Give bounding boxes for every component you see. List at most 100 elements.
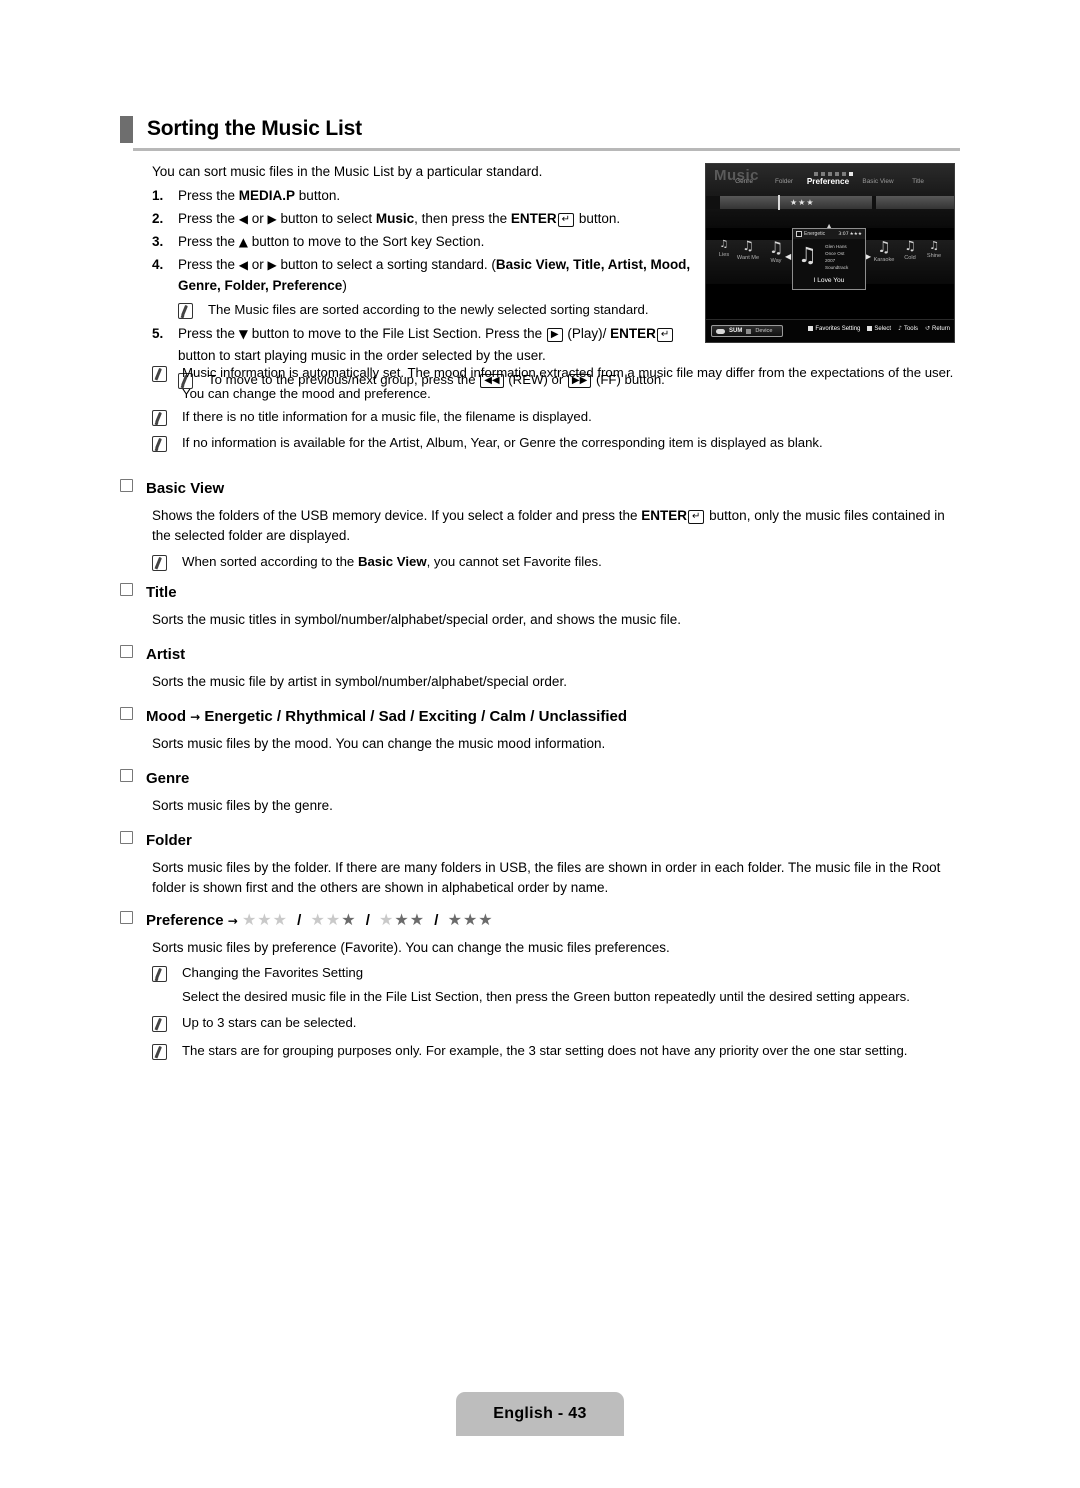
section-bullet-icon (120, 645, 133, 658)
step-text: Press the ◀ or ▶ button to select a sort… (178, 254, 692, 298)
direction-arrow-icon: ▶ (267, 211, 277, 226)
note-item: The Music files are sorted according to … (178, 299, 692, 323)
text-run: Press the (178, 256, 239, 272)
star-filled-icon: ★ (341, 910, 357, 929)
tv-panel-stars: ★★★ (849, 231, 862, 237)
section-body: Sorts the music titles in symbol/number/… (120, 610, 965, 630)
tv-footer-bar: SUM Device Favorites Setting Select ♪ Tools… (706, 319, 954, 342)
remote-key-glyph: ↵ (688, 510, 705, 524)
tv-key-hints: Favorites Setting Select ♪ Tools ↺ Return (808, 325, 950, 332)
tv-bar-stars: ★★★ (790, 198, 815, 207)
star-empty-icon: ★ (257, 910, 273, 929)
music-note-icon: ♫ (929, 239, 939, 252)
emphasis-text: Basic View (357, 553, 427, 569)
tv-track-title: I Love You (813, 277, 845, 284)
doc-section: Title Sorts the music titles in symbol/nu… (120, 583, 965, 630)
text-run: Music information is automatically set. … (182, 365, 954, 402)
music-note-icon: ♫ (877, 238, 891, 256)
text-run: Press the (178, 233, 239, 249)
note-subtext: Select the desired music file in the Fil… (182, 989, 910, 1005)
music-note-icon: ♫ (768, 238, 784, 257)
tv-meta-line: Soundtrack (825, 265, 849, 271)
section-bullet-icon (120, 479, 133, 492)
emphasis-text: Folder (146, 832, 192, 849)
note-pencil-icon (152, 1015, 167, 1032)
text-run: Press the (178, 210, 239, 226)
remote-key-glyph: ▶ (546, 328, 563, 343)
section-paragraph: Sorts music files by the genre. (152, 796, 965, 816)
tv-sort-bar: ★★★ (706, 195, 954, 210)
text-run: Sorts the music titles in symbol/number/… (152, 612, 681, 627)
text-run: If no information is available for the A… (182, 435, 823, 451)
note-pencil-icon (152, 410, 167, 427)
text-run: Sorts music files by the mood. You can c… (152, 736, 606, 751)
note-pencil-icon (152, 554, 167, 571)
text-run: Sorts music files by the genre. (152, 798, 333, 813)
section-body: Sorts the music file by artist in symbol… (120, 672, 965, 692)
direction-arrow-icon: ◀ (238, 211, 249, 226)
note-block: When sorted according to the Basic View,… (152, 551, 965, 575)
step-number: 3. (152, 233, 164, 249)
music-note-icon: ♫ (904, 239, 916, 254)
direction-arrow-icon: ▼ (238, 327, 249, 342)
page-footer-tab: English - 43 (456, 1392, 624, 1436)
direction-arrow-icon: ◀ (238, 257, 249, 272)
section-heading-text: Genre (146, 770, 189, 787)
text-run: When sorted according to the (182, 553, 358, 569)
separator: / (430, 912, 443, 929)
text-run: Sorts music files by the folder. If ther… (152, 860, 941, 896)
note-block: If there is no title information for a m… (152, 406, 962, 430)
direction-arrow-icon: ▲ (238, 234, 249, 249)
tv-nav-item-title: Title (912, 177, 924, 185)
tv-file-label: Karaoke (873, 257, 895, 263)
section-heading-text: Preference → ★★★ / ★★★ / ★★★ / ★★★ (146, 910, 494, 929)
text-run: button to select a sorting standard. ( (276, 256, 496, 272)
intro-paragraph: You can sort music files in the Music Li… (152, 164, 543, 179)
tv-meta-line: Glen Hans (825, 244, 847, 249)
text-run: The stars are for grouping purposes only… (182, 1042, 908, 1058)
section-bullet-icon (120, 707, 133, 720)
tv-file-label: Cold (904, 255, 916, 261)
key-hint-label: Return (931, 325, 950, 332)
tv-meta-line: 2007 (825, 258, 836, 264)
text-run: Sorts the music file by artist in symbol… (152, 674, 567, 689)
note-block: If no information is available for the A… (152, 432, 962, 456)
key-hint-label: Select (874, 325, 892, 332)
key-hint-label: Favorites Setting (815, 325, 861, 332)
arrow-icon: → (227, 914, 238, 928)
tv-file-label: Way (770, 258, 782, 264)
preference-star-group: ★★★ (379, 910, 425, 929)
text-run: Changing the Favorites Setting (182, 965, 364, 981)
step-item: 1. Press the MEDIA.P button. (152, 185, 692, 207)
note-item: When sorted according to the Basic View,… (152, 551, 965, 575)
text-run: , then press the (414, 210, 511, 226)
tv-file-item: ♫ Want Me (737, 240, 759, 261)
star-empty-icon: ★ (241, 910, 258, 929)
section-heading: Title (120, 583, 965, 601)
star-filled-icon: ★ (462, 910, 479, 929)
tv-now-playing-panel: Energetic 3:07 ★★★ ♫ Glen Hans Once Ost 20… (792, 228, 866, 290)
note-icon-cell (152, 551, 182, 575)
star-filled-icon: ★ (478, 910, 494, 929)
preference-star-group: ★★★ (448, 910, 494, 929)
usb-icon (716, 328, 725, 334)
doc-section: Genre Sorts music files by the genre. (120, 769, 965, 816)
doc-section: Mood → Energetic / Rhythmical / Sad / Ex… (120, 707, 965, 754)
text-run: button to move to the File List Section.… (248, 326, 546, 342)
note-item: If there is no title information for a m… (152, 406, 962, 430)
text-run: , you cannot set Favorite files. (426, 553, 602, 569)
step-text: Press the ▲ button to move to the Sort k… (178, 231, 692, 253)
note-text: Music information is automatically set. … (182, 362, 962, 404)
tv-meta-line: Once Ost (825, 251, 845, 257)
note-block: The Music files are sorted according to … (178, 299, 692, 323)
note-text: The Music files are sorted according to … (208, 299, 692, 323)
emphasis-text: MEDIA.P (238, 188, 296, 203)
direction-arrow-icon: ▶ (267, 257, 277, 272)
section-bullet-icon (120, 769, 133, 782)
page-title: Sorting the Music List (147, 117, 362, 140)
note-text: The stars are for grouping purposes only… (182, 1040, 965, 1064)
note-icon-cell (152, 1012, 182, 1036)
tv-key-hint: ↺ Return (925, 325, 950, 332)
page-title-block: Sorting the Music List (120, 116, 960, 151)
tv-music-note-icon: ♫ (798, 243, 817, 267)
